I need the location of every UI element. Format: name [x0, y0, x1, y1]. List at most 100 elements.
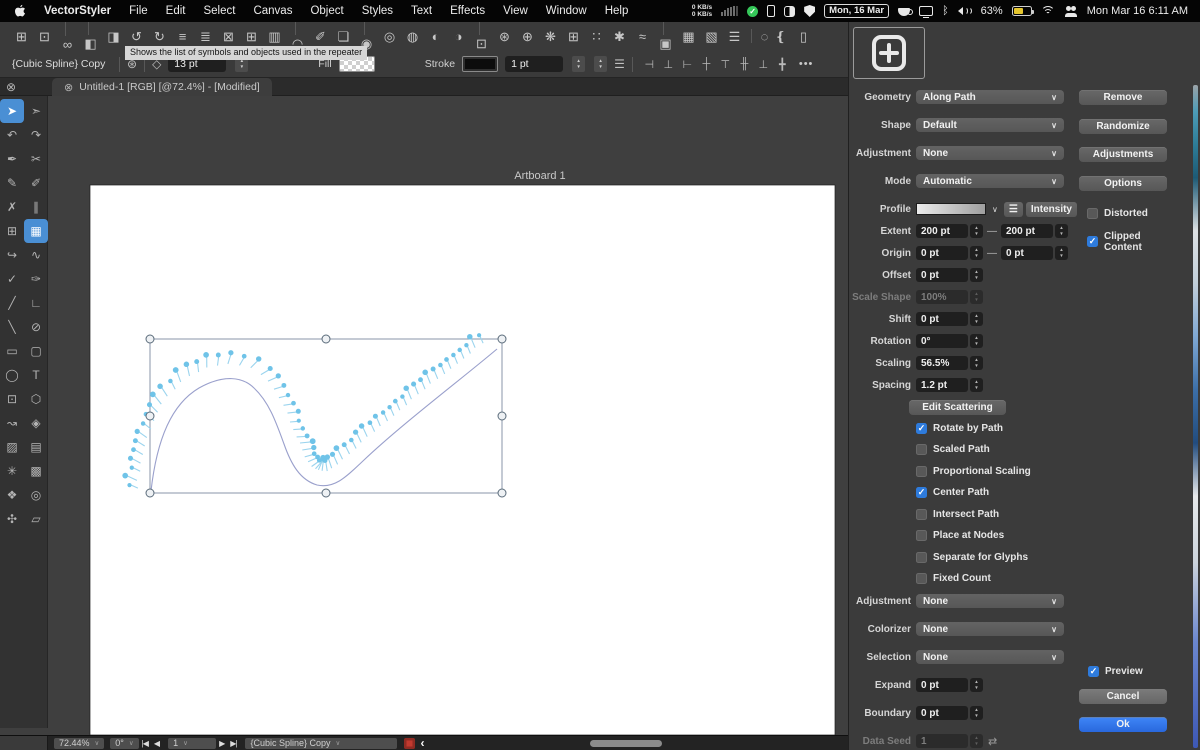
stroke-presets-stepper[interactable] — [594, 56, 607, 72]
wifi-icon[interactable] — [1041, 6, 1055, 16]
check-pen-tool[interactable]: ✓ — [0, 267, 24, 291]
scale-shape-field[interactable]: 100% — [916, 290, 968, 304]
adjustment-dropdown[interactable]: None — [916, 146, 1064, 160]
shape-builder-tool[interactable]: ❖ — [0, 483, 24, 507]
align-bottom-edge-icon[interactable]: ⊥ — [754, 58, 773, 71]
zoom-level-dropdown[interactable]: 72.44% — [54, 738, 104, 749]
edit-scattering-button[interactable]: Edit Scattering — [909, 400, 1006, 415]
eraser-pen-tool[interactable]: ✗ — [0, 195, 24, 219]
checkbox-rotate-by-path[interactable]: Rotate by Path — [849, 422, 1077, 434]
bend-tool[interactable]: ↝ — [0, 411, 24, 435]
stroke-options-sliders-icon[interactable]: ☰ — [614, 57, 625, 71]
shear-right-icon[interactable]: ◨ — [102, 29, 125, 45]
first-page-button[interactable]: |◀ — [142, 739, 148, 748]
extent-stepper-1[interactable] — [970, 224, 983, 238]
checkbox-clipped-content[interactable]: Clipped Content — [1079, 236, 1171, 248]
align-center-horizontal-icon[interactable]: ⊥ — [659, 58, 678, 71]
selection-handle[interactable] — [498, 335, 506, 343]
align-to-node-icon[interactable]: ┼ — [697, 58, 716, 71]
extent-stepper-2[interactable] — [1055, 224, 1068, 238]
fixed-count-checkbox[interactable] — [916, 573, 927, 584]
table-object-icon[interactable]: ⊞ — [562, 29, 585, 45]
adjustments-button[interactable]: Adjustments — [1079, 147, 1167, 162]
fill-bucket-tool[interactable]: ◈ — [24, 411, 48, 435]
empty-shape-tool[interactable]: ⊘ — [24, 315, 48, 339]
menu-clock[interactable]: Mon Mar 16 6:11 AM — [1087, 5, 1188, 17]
distortion-effect-icon[interactable]: ⊛ — [493, 29, 516, 45]
menu-help[interactable]: Help — [596, 0, 638, 22]
sync-ok-icon[interactable]: ✓ — [747, 6, 758, 17]
profile-sliders-button[interactable]: ☰ — [1004, 202, 1023, 217]
rotate-ccw-icon[interactable]: ↺ — [125, 29, 148, 45]
volume-icon[interactable] — [958, 6, 972, 16]
scatter-grid-tool[interactable]: ▦ — [24, 219, 48, 243]
scaling-stepper[interactable] — [970, 356, 983, 370]
prev-page-button[interactable]: ◀ — [154, 739, 159, 748]
rotate-cw-icon[interactable]: ↻ — [148, 29, 171, 45]
preview-checkbox[interactable] — [1088, 666, 1099, 677]
selection-handle[interactable] — [498, 412, 506, 420]
caffeine-icon[interactable] — [898, 8, 910, 16]
cancel-button[interactable]: Cancel — [1079, 689, 1167, 704]
menu-canvas[interactable]: Canvas — [244, 0, 301, 22]
options-button[interactable]: Options — [1079, 176, 1167, 191]
menu-view[interactable]: View — [494, 0, 537, 22]
pattern-tool[interactable]: ▨ — [0, 435, 24, 459]
hook-curve-tool[interactable]: ↪ — [0, 243, 24, 267]
eraser-path-icon[interactable]: ✐ — [309, 29, 332, 45]
transform-target-icon[interactable]: ⊕ — [516, 29, 539, 45]
gradient-tool[interactable]: ▤ — [24, 435, 48, 459]
group-select-tool[interactable]: ✐ — [24, 171, 48, 195]
place-image-icon[interactable]: ▧ — [700, 29, 723, 45]
duplicate-object-icon[interactable]: ❏ — [332, 29, 355, 45]
canvas[interactable]: Artboard 1 — [48, 96, 848, 735]
collapse-chevron-icon[interactable]: ‹ — [420, 736, 424, 750]
query-object-icon[interactable]: ◌ — [746, 29, 769, 44]
selection-handle[interactable] — [498, 489, 506, 497]
frame-crop-icon[interactable]: ▣ — [654, 21, 677, 52]
menu-edit[interactable]: Edit — [157, 0, 195, 22]
menu-effects[interactable]: Effects — [441, 0, 494, 22]
symbol-spray-tool[interactable]: ✳ — [0, 459, 24, 483]
data-seed-shuffle-icon[interactable]: ⇄ — [988, 735, 997, 748]
align-top-edge-icon[interactable]: ⊤ — [716, 58, 735, 71]
distribute-vertical-icon[interactable]: ╋ — [773, 58, 792, 71]
adjustment-2-dropdown[interactable]: None — [916, 594, 1064, 608]
scale-shape-stepper[interactable] — [970, 290, 983, 304]
center-path-checkbox[interactable] — [916, 487, 927, 498]
origin-field-1[interactable]: 0 pt — [916, 246, 968, 260]
text-frame-tool[interactable]: ⊡ — [0, 387, 24, 411]
fast-user-switch-icon[interactable] — [1064, 6, 1078, 17]
checkbox-center-path[interactable]: Center Path — [849, 487, 1077, 499]
checkbox-intersect-path[interactable]: Intersect Path — [849, 508, 1077, 520]
colorizer-dropdown[interactable]: None — [916, 622, 1064, 636]
mode-dropdown[interactable]: Automatic — [916, 174, 1064, 188]
stroke-width-stepper[interactable] — [572, 56, 585, 72]
text-tool[interactable]: T — [24, 363, 48, 387]
origin-stepper-1[interactable] — [970, 246, 983, 260]
subtract-shapes-icon[interactable]: ◎ — [378, 29, 401, 45]
direct-select-tool[interactable]: ➣ — [24, 99, 48, 123]
new-symbol-icon[interactable]: ⊞ — [10, 29, 33, 45]
date-badge[interactable]: Mon, 16 Mar — [824, 4, 889, 18]
place-at-nodes-checkbox[interactable] — [916, 530, 927, 541]
checkbox-preview[interactable]: Preview — [1079, 665, 1171, 677]
battery-icon[interactable] — [1012, 6, 1032, 16]
symbols-list-button[interactable] — [853, 27, 925, 79]
ellipse-tool[interactable]: ◯ — [0, 363, 24, 387]
last-page-button[interactable]: ▶| — [230, 739, 236, 748]
artboard[interactable] — [90, 185, 835, 735]
fragment-object-icon[interactable]: ∷ — [585, 29, 608, 45]
offset-stepper[interactable] — [970, 268, 983, 282]
menu-app[interactable]: VectorStyler — [35, 0, 120, 22]
separate-for-glyphs-checkbox[interactable] — [916, 552, 927, 563]
document-tab[interactable]: ⊗ Untitled-1 [RGB] [@72.4%] - [Modified] — [52, 78, 272, 96]
ok-button[interactable]: Ok — [1079, 717, 1167, 732]
data-seed-field[interactable]: 1 — [916, 734, 968, 748]
intersect-shapes-icon[interactable]: ◍ — [401, 29, 424, 45]
rotation-field[interactable]: 0° — [916, 334, 968, 348]
transform-tool[interactable]: ⊞ — [0, 219, 24, 243]
spacing-field[interactable]: 1.2 pt — [916, 378, 968, 392]
origin-field-2[interactable]: 0 pt — [1001, 246, 1053, 260]
twirl-tool[interactable]: ◎ — [24, 483, 48, 507]
